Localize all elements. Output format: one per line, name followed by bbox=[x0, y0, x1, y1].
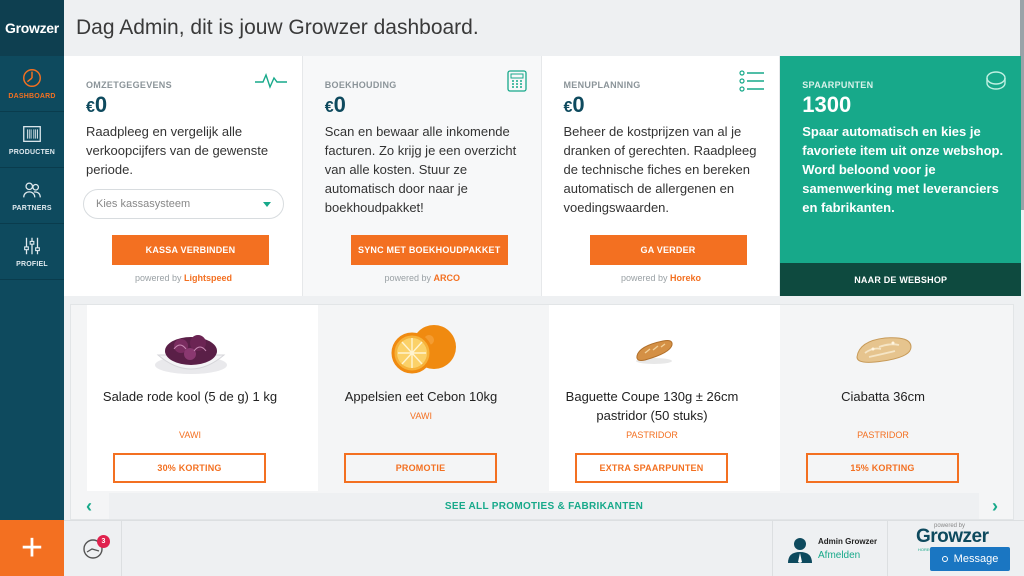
coins-icon bbox=[986, 71, 1006, 90]
card-amount: 0 bbox=[572, 92, 585, 117]
card-description: Spaar automatisch en kies je favoriete i… bbox=[802, 124, 1004, 215]
product-name: Appelsien eet Cebon 10kg bbox=[344, 389, 498, 404]
card-value: €0 bbox=[564, 92, 780, 118]
promotions-panel: Salade rode kool (5 de g) 1 kg VAWI 30% … bbox=[70, 304, 1014, 520]
product-card[interactable]: Ciabatta 36cm PASTRIDOR 15% KORTING bbox=[780, 305, 1011, 491]
powered-brand[interactable]: ARCO bbox=[434, 273, 461, 283]
chat-icon bbox=[941, 556, 948, 562]
connect-register-button[interactable]: KASSA VERBINDEN bbox=[112, 235, 269, 265]
calculator-icon bbox=[506, 70, 527, 92]
red-cabbage-image[interactable] bbox=[88, 319, 293, 379]
pulse-icon bbox=[254, 73, 287, 89]
powered-prefix: powered by bbox=[384, 273, 431, 283]
promo-button[interactable]: 15% KORTING bbox=[806, 453, 959, 483]
product-card[interactable]: Appelsien eet Cebon 10kg VAWI PROMOTIE bbox=[318, 305, 549, 491]
notifications-button[interactable]: 3 bbox=[64, 521, 122, 576]
sidebar-item-partners[interactable]: PARTNERS bbox=[0, 168, 64, 224]
promo-button[interactable]: PROMOTIE bbox=[344, 453, 497, 483]
sidebar-item-dashboard[interactable]: DASHBOARD bbox=[0, 56, 64, 112]
webshop-button[interactable]: NAAR DE WEBSHOP bbox=[780, 263, 1022, 296]
card-value: €0 bbox=[325, 92, 541, 118]
baguette-image[interactable] bbox=[550, 319, 755, 379]
message-button[interactable]: Message bbox=[930, 547, 1010, 571]
partners-icon bbox=[23, 182, 41, 198]
sidebar-item-label: PRODUCTEN bbox=[8, 149, 56, 156]
sidebar: Growzer DASHBOARD PRODUCTEN PARTNERS PRO… bbox=[0, 0, 64, 576]
sync-accounting-button[interactable]: SYNC MET BOEKHOUDPAKKET bbox=[350, 235, 508, 265]
product-name: Salade rode kool (5 de g) 1 kg bbox=[102, 389, 278, 404]
powered-by: powered by Lightspeed bbox=[64, 273, 303, 283]
orange-image[interactable] bbox=[319, 319, 524, 379]
card-spaarpunten: SPAARPUNTEN 1300 Spaar automatisch en ki… bbox=[780, 56, 1022, 296]
product-brand: VAWI bbox=[410, 411, 432, 421]
cash-register-select[interactable]: Kies kassasysteem bbox=[83, 189, 284, 219]
product-brand: PASTRIDOR bbox=[857, 430, 909, 440]
sidebar-item-profiel[interactable]: PROFIEL bbox=[0, 224, 64, 280]
product-card[interactable]: Baguette Coupe 130g ± 26cm pastridor (50… bbox=[549, 305, 780, 491]
app-logo[interactable]: Growzer bbox=[0, 0, 64, 56]
powered-by: powered by Horeko bbox=[542, 273, 781, 283]
powered-brand[interactable]: Lightspeed bbox=[184, 273, 232, 283]
add-button[interactable]: + bbox=[0, 520, 64, 576]
promo-button[interactable]: EXTRA SPAARPUNTEN bbox=[575, 453, 728, 483]
page-title: Dag Admin, dit is jouw Growzer dashboard… bbox=[76, 16, 479, 39]
chevron-right-icon[interactable]: › bbox=[985, 495, 1005, 517]
sidebar-item-label: DASHBOARD bbox=[8, 93, 56, 100]
logout-link[interactable]: Afmelden bbox=[818, 550, 860, 561]
card-amount: 0 bbox=[333, 92, 346, 117]
page-header: Dag Admin, dit is jouw Growzer dashboard… bbox=[64, 0, 1024, 56]
user-panel: Admin Growzer Afmelden bbox=[772, 521, 888, 576]
message-label: Message bbox=[953, 553, 999, 565]
avatar bbox=[788, 538, 812, 563]
notification-badge: 3 bbox=[97, 535, 110, 548]
chevron-down-icon bbox=[263, 202, 271, 207]
powered-brand[interactable]: Horeko bbox=[670, 273, 701, 283]
sidebar-item-producten[interactable]: PRODUCTEN bbox=[0, 112, 64, 168]
clock-icon bbox=[23, 69, 41, 87]
powered-prefix: powered by bbox=[620, 273, 668, 283]
product-name: Baguette Coupe 130g ± 26cm pastridor (50… bbox=[565, 389, 739, 423]
brand-name: Growzer bbox=[916, 526, 989, 547]
product-card[interactable]: Salade rode kool (5 de g) 1 kg VAWI 30% … bbox=[87, 305, 318, 491]
promo-button[interactable]: 30% KORTING bbox=[113, 453, 266, 483]
barcode-icon bbox=[23, 126, 41, 142]
card-menuplanning: MENUPLANNING €0 Beheer de kostprijzen va… bbox=[541, 56, 781, 296]
currency-symbol: € bbox=[324, 99, 334, 116]
sliders-icon bbox=[24, 237, 40, 255]
see-all-link[interactable]: SEE ALL PROMOTIES & FABRIKANTEN bbox=[109, 493, 979, 519]
list-icon bbox=[739, 70, 765, 92]
card-omzetgegevens: OMZETGEGEVENS €0 Raadpleeg en vergelijk … bbox=[64, 56, 303, 296]
chevron-left-icon[interactable]: ‹ bbox=[79, 495, 99, 517]
product-name: Ciabatta 36cm bbox=[841, 389, 925, 404]
user-name: Admin Growzer bbox=[818, 537, 878, 546]
sidebar-item-label: PROFIEL bbox=[16, 261, 48, 268]
product-brand: VAWI bbox=[179, 430, 201, 440]
product-brand: PASTRIDOR bbox=[626, 430, 678, 440]
summary-cards: OMZETGEGEVENS €0 Raadpleeg en vergelijk … bbox=[64, 56, 1022, 296]
bottom-bar: 3 Admin Growzer Afmelden powered by Grow… bbox=[64, 520, 1024, 576]
card-description: Beheer de kostprijzen van al je dranken … bbox=[563, 124, 757, 215]
powered-by: powered by ARCO bbox=[303, 273, 542, 283]
powered-prefix: powered by bbox=[134, 273, 182, 283]
card-value: 1300 bbox=[802, 92, 852, 117]
card-value: €0 bbox=[86, 92, 302, 118]
continue-button[interactable]: GA VERDER bbox=[589, 235, 747, 265]
select-placeholder: Kies kassasysteem bbox=[96, 198, 191, 210]
card-boekhouding: BOEKHOUDING €0 Scan en bewaar alle inkom… bbox=[302, 56, 542, 296]
product-carousel: Salade rode kool (5 de g) 1 kg VAWI 30% … bbox=[87, 305, 1011, 491]
sidebar-item-label: PARTNERS bbox=[12, 205, 52, 212]
card-amount: 0 bbox=[94, 92, 108, 117]
card-description: Scan en bewaar alle inkomende facturen. … bbox=[324, 124, 517, 215]
ciabatta-image[interactable] bbox=[781, 319, 986, 379]
card-description: Raadpleeg en vergelijk alle verkoopcijfe… bbox=[86, 124, 269, 177]
currency-symbol: € bbox=[86, 99, 95, 116]
